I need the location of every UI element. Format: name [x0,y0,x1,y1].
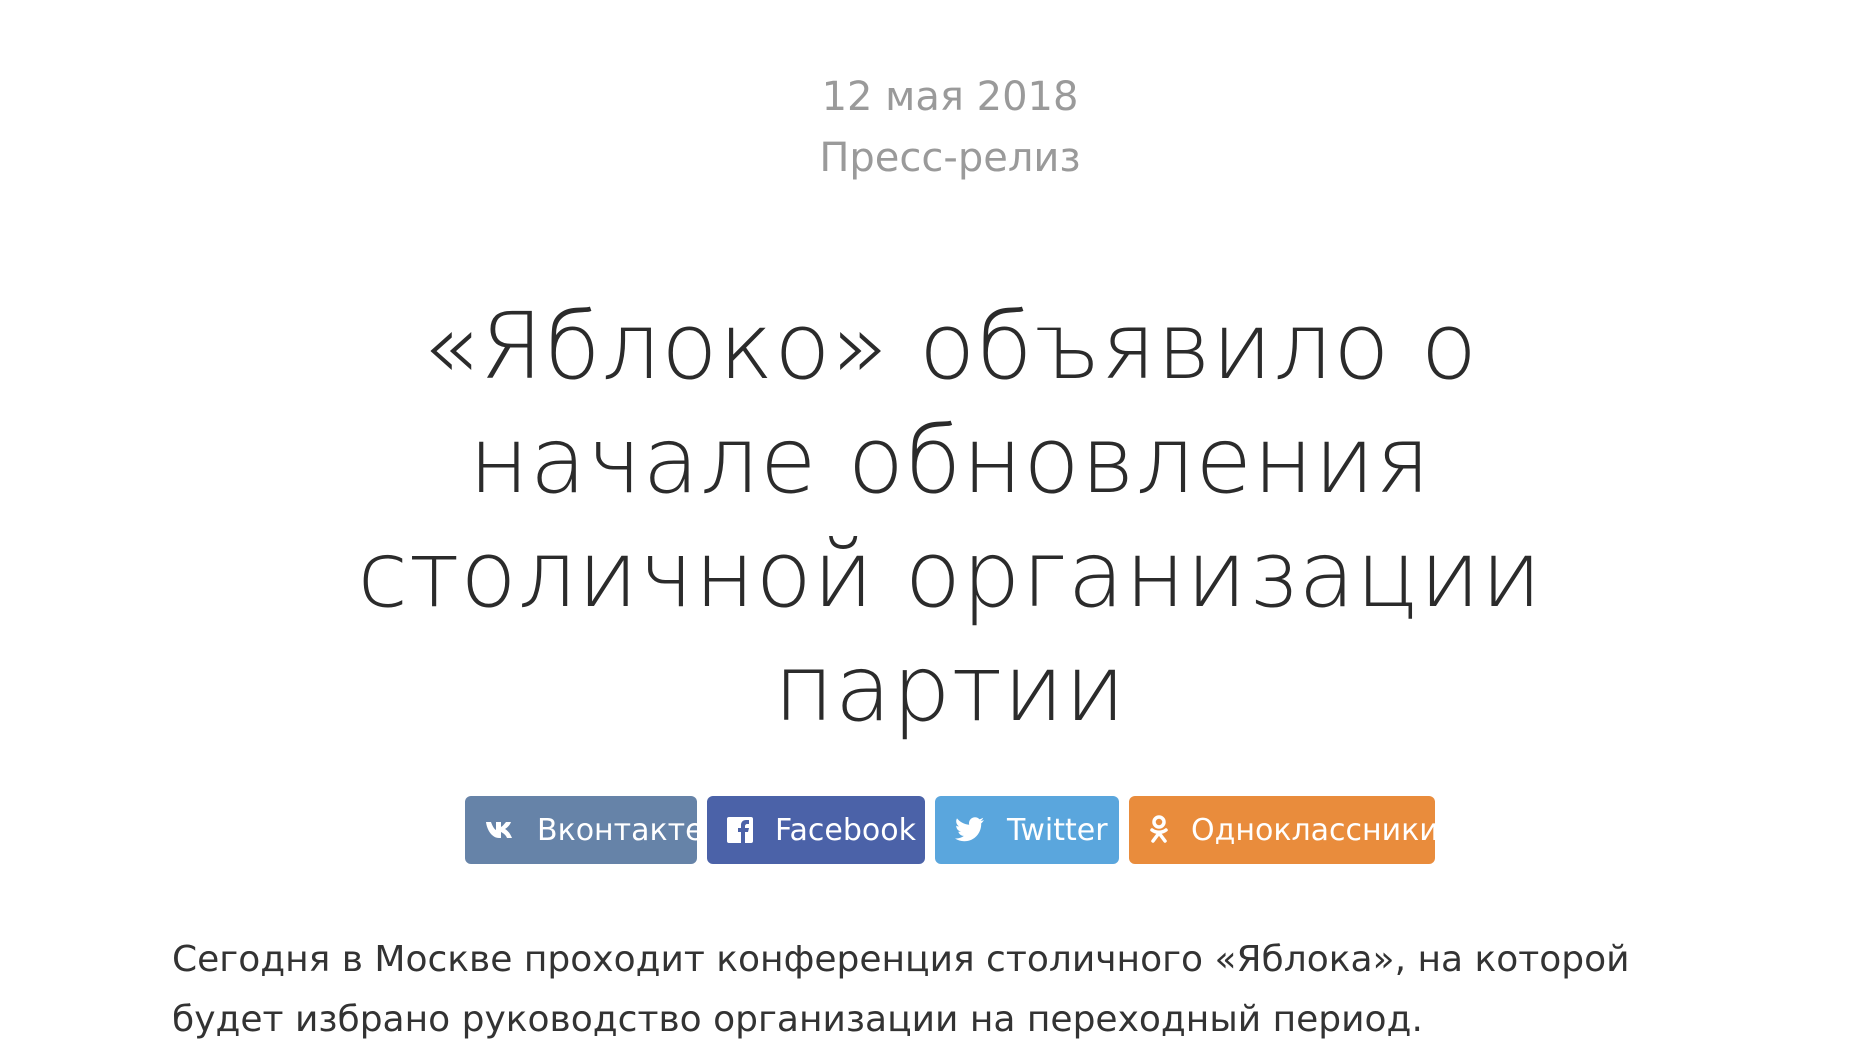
share-facebook-label: Facebook [775,812,916,848]
share-odnoklassniki-button[interactable]: Одноклассники [1129,796,1439,864]
share-twitter-button[interactable]: Twitter [935,796,1119,864]
share-bar: Вконтакте Facebook Twitter Одноклассники [0,796,1862,864]
facebook-icon [727,815,753,845]
share-odnoklassniki-label: Одноклассники [1191,812,1439,848]
article-category: Пресс-релиз [819,135,1081,181]
vk-icon [485,815,515,845]
odnoklassniki-icon [1149,815,1169,845]
twitter-icon [955,815,985,845]
share-facebook-button[interactable]: Facebook [707,796,925,864]
article-title: «Яблоко» объявило о началe обновления ст… [357,293,1543,742]
article-date: 12 мая 2018 [821,74,1079,120]
share-twitter-label: Twitter [1007,812,1108,848]
share-vk-button[interactable]: Вконтакте [465,796,704,864]
share-vk-label: Вконтакте [537,812,704,848]
article-lead: Сегодня в Москве проходит конференция ст… [172,939,1630,1040]
